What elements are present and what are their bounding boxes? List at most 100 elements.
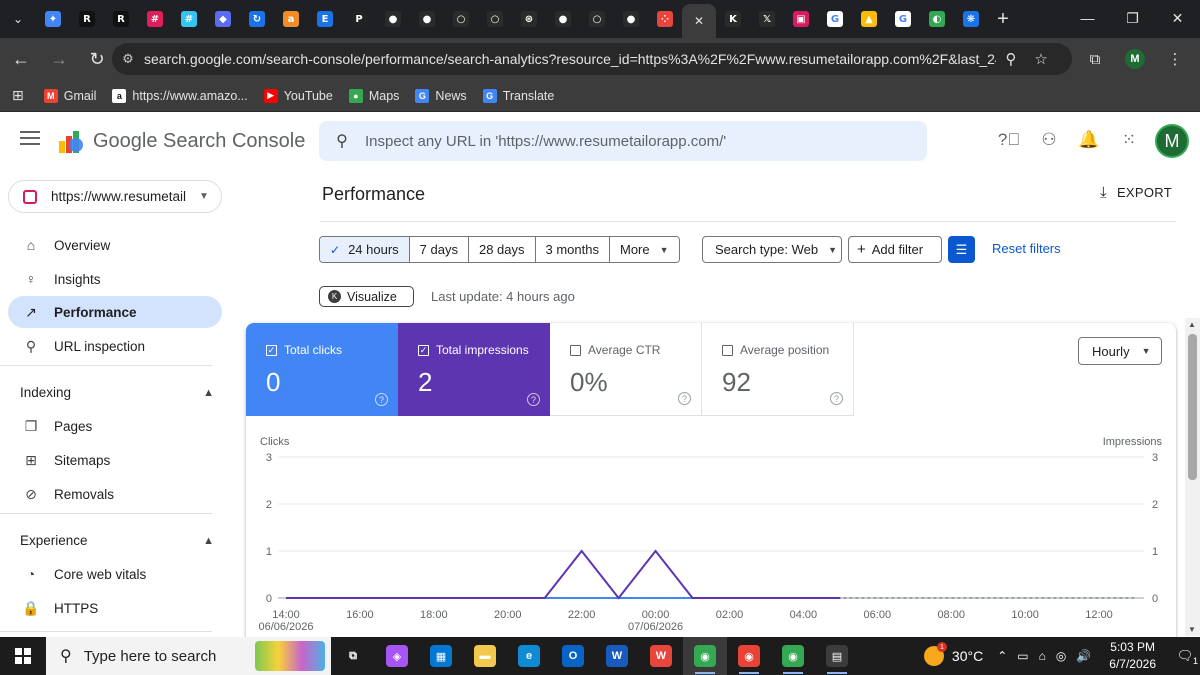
restore-icon[interactable]: ❐	[1110, 0, 1155, 36]
metric-average-ctr[interactable]: Average CTR 0%?	[550, 323, 702, 416]
sidebar-item-sitemaps[interactable]: ⊞ Sitemaps	[8, 444, 222, 476]
notifications-bell-icon[interactable]: 🔔	[1074, 125, 1104, 155]
profile-button[interactable]: M	[1118, 42, 1152, 76]
browser-tab[interactable]: #	[138, 0, 172, 38]
network-icon[interactable]: ⌂	[1039, 649, 1046, 663]
browser-tab[interactable]: ⁘	[648, 0, 682, 38]
browser-tab[interactable]: 𝕏	[750, 0, 784, 38]
checkbox-icon[interactable]	[722, 344, 733, 356]
add-filter-button[interactable]: + Add filter	[848, 236, 942, 263]
browser-tab[interactable]: G	[886, 0, 920, 38]
granularity-dropdown[interactable]: Hourly ▼	[1078, 337, 1162, 365]
bookmark-item[interactable]: ▶ YouTube	[263, 88, 333, 103]
account-avatar[interactable]: M	[1155, 124, 1189, 158]
sidebar-item-pages[interactable]: ❐ Pages	[8, 410, 222, 442]
inspect-url-input[interactable]	[365, 132, 905, 150]
property-selector[interactable]: https://www.resumetail... ▼	[8, 180, 222, 213]
filter-settings-icon[interactable]: ☰	[948, 236, 975, 263]
taskbar-app[interactable]: W	[639, 637, 683, 675]
webcam-icon[interactable]: ◎	[1056, 649, 1066, 663]
main-menu-icon[interactable]	[20, 131, 40, 151]
browser-tab[interactable]: ○	[444, 0, 478, 38]
taskbar-app[interactable]: ▦	[419, 637, 463, 675]
apps-grid-icon[interactable]: ⊞	[12, 87, 24, 104]
close-tab-icon[interactable]: ✕	[694, 14, 704, 28]
start-button[interactable]	[0, 637, 46, 675]
taskbar-app[interactable]: ▤	[815, 637, 859, 675]
browser-tab[interactable]: ◐	[920, 0, 954, 38]
bookmark-item[interactable]: G Translate	[482, 88, 554, 103]
bookmark-item[interactable]: ● Maps	[348, 88, 399, 103]
taskbar-app[interactable]: W	[595, 637, 639, 675]
taskbar-app[interactable]: ◈	[375, 637, 419, 675]
zoom-search-icon[interactable]: ⚲	[996, 50, 1026, 68]
page-scrollbar[interactable]: ▲ ▼	[1185, 318, 1200, 636]
taskbar-app[interactable]: O	[551, 637, 595, 675]
google-apps-icon[interactable]: ⁙	[1114, 125, 1144, 155]
browser-tab[interactable]: ○	[580, 0, 614, 38]
bookmark-item[interactable]: G News	[415, 88, 467, 103]
bookmark-star-icon[interactable]: ☆	[1026, 50, 1056, 68]
forward-button[interactable]: →	[42, 42, 76, 76]
browser-tab[interactable]: ●	[410, 0, 444, 38]
url-inspection-search[interactable]: ⚲	[319, 121, 927, 161]
taskbar-app[interactable]: ◉	[727, 637, 771, 675]
help-icon[interactable]: ?	[678, 392, 691, 405]
address-bar[interactable]: ⚙ search.google.com/search-console/perfo…	[112, 43, 1072, 75]
browser-tab[interactable]: ●	[546, 0, 580, 38]
taskbar-app[interactable]: ◉	[683, 637, 727, 675]
scroll-thumb[interactable]	[1188, 334, 1197, 480]
search-type-dropdown[interactable]: Search type: Web ▼	[702, 236, 842, 263]
sidebar-item-insights[interactable]: ♀ Insights	[8, 263, 222, 295]
visualize-button[interactable]: K Visualize	[319, 286, 414, 307]
browser-tab[interactable]: P	[342, 0, 376, 38]
browser-tab[interactable]: ○	[478, 0, 512, 38]
volume-icon[interactable]: 🔊	[1076, 649, 1091, 663]
browser-tab[interactable]: G	[818, 0, 852, 38]
sidebar-item-overview[interactable]: ⌂ Overview	[8, 229, 222, 261]
help-icon[interactable]: ?	[527, 393, 540, 406]
reload-button[interactable]: ↻	[80, 42, 114, 76]
browser-tab[interactable]: ↻	[240, 0, 274, 38]
browser-tab[interactable]: a	[274, 0, 308, 38]
taskbar-app[interactable]: ◉	[771, 637, 815, 675]
browser-tab[interactable]: ▣	[784, 0, 818, 38]
sidebar-item-performance[interactable]: ↗ Performance	[8, 296, 222, 328]
range-28-days[interactable]: 28 days	[467, 237, 535, 262]
browser-tab[interactable]: K	[716, 0, 750, 38]
browser-tab[interactable]: R	[104, 0, 138, 38]
help-icon[interactable]: ?⃝	[994, 125, 1024, 155]
scroll-down-icon[interactable]: ▼	[1188, 625, 1196, 634]
browser-tab[interactable]: ◆	[206, 0, 240, 38]
range-more[interactable]: More ▼	[609, 237, 679, 262]
taskbar-search[interactable]: ⚲ Type here to search	[46, 637, 331, 675]
help-icon[interactable]: ?	[830, 392, 843, 405]
sidebar-item-url-inspection[interactable]: ⚲ URL inspection	[8, 330, 222, 362]
extensions-icon[interactable]: ⧉	[1078, 42, 1112, 76]
range-3-months[interactable]: 3 months	[534, 237, 609, 262]
metric-average-position[interactable]: Average position 92?	[702, 323, 854, 416]
active-tab[interactable]: ✕	[682, 4, 716, 38]
tray-chevron-icon[interactable]: ⌃	[997, 649, 1007, 663]
sidebar-item-removals[interactable]: ⊘ Removals	[8, 478, 222, 510]
new-tab-button[interactable]: +	[988, 0, 1018, 38]
manage-users-icon[interactable]: ⚇	[1034, 125, 1064, 155]
browser-tab[interactable]: ❋	[954, 0, 988, 38]
site-info-icon[interactable]: ⚙	[112, 51, 144, 67]
checkbox-checked-icon[interactable]: ✓	[266, 344, 277, 356]
browser-tab[interactable]: R	[70, 0, 104, 38]
url-text[interactable]: search.google.com/search-console/perform…	[144, 51, 996, 67]
sidebar-section-indexing[interactable]: Indexing ▲	[20, 385, 214, 400]
chrome-menu-icon[interactable]: ⋮	[1158, 42, 1192, 76]
weather-widget[interactable]: 1 30°C	[923, 642, 983, 666]
browser-tab[interactable]: ●	[376, 0, 410, 38]
bookmark-item[interactable]: a https://www.amazo...	[112, 88, 248, 103]
browser-tab[interactable]: ▲	[852, 0, 886, 38]
sidebar-item-core-web-vitals[interactable]: ◔ Core web vitals	[8, 558, 222, 590]
browser-tab[interactable]: #	[172, 0, 206, 38]
browser-tab[interactable]: ⊛	[512, 0, 546, 38]
metric-total-impressions[interactable]: ✓ Total impressions 2?	[398, 323, 550, 416]
sidebar-item-https[interactable]: 🔒 HTTPS	[8, 592, 222, 624]
checkbox-icon[interactable]	[570, 344, 581, 356]
scroll-up-icon[interactable]: ▲	[1188, 320, 1196, 329]
